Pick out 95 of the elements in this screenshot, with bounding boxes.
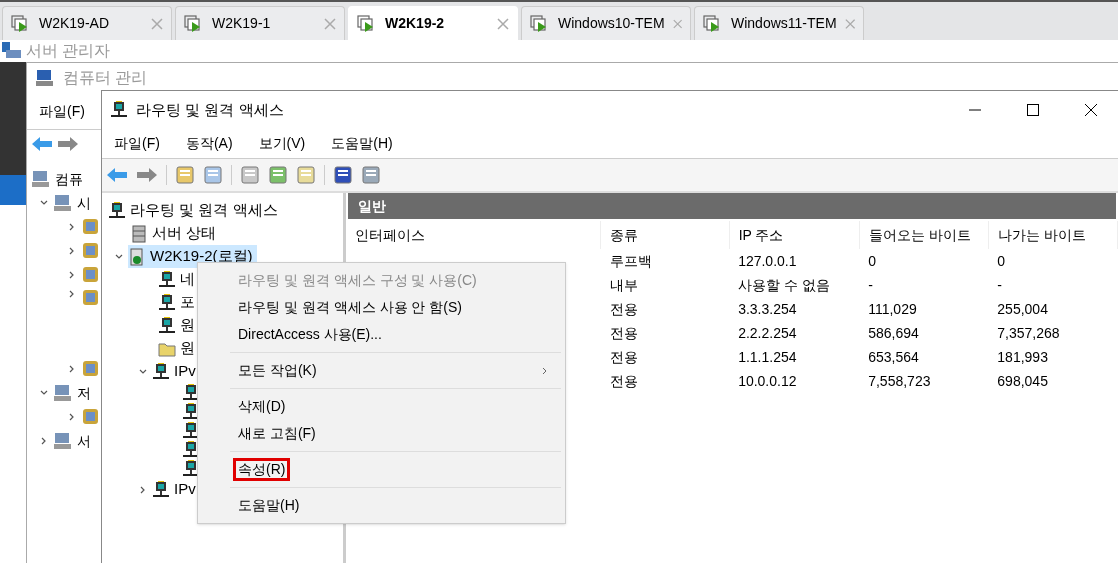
- menu-item[interactable]: 파일(F): [39, 100, 85, 122]
- tree-item[interactable]: 포: [180, 291, 195, 314]
- computer-icon: [35, 69, 55, 87]
- network-computer-icon: [110, 101, 128, 119]
- server-icon: [128, 247, 146, 266]
- tree-node-icon: [81, 242, 101, 260]
- window-title: 라우팅 및 원격 액세스: [136, 99, 284, 120]
- tree-node-icon: [53, 384, 73, 402]
- menu-item[interactable]: 모든 작업(K): [233, 359, 322, 382]
- vm-tab[interactable]: Windows11-TEM: [694, 6, 864, 40]
- table-cell-text: 10.0.0.12: [737, 371, 798, 391]
- tree-item[interactable]: 서: [77, 430, 91, 452]
- tree-node-icon: [53, 194, 73, 212]
- vm-tab[interactable]: W2K19-1: [175, 6, 345, 40]
- table-cell-text: -: [996, 275, 1003, 295]
- table-cell-text: 전용: [608, 371, 639, 391]
- table-cell-text: 전용: [608, 299, 639, 319]
- table-cell: 0: [988, 249, 1118, 273]
- menu-item[interactable]: 라우팅 및 원격 액세스 사용 안 함(S): [233, 296, 467, 319]
- tab-label: Windows10-TEM: [558, 14, 665, 33]
- table-cell-text: 653,564: [867, 347, 920, 367]
- vm-tab[interactable]: W2K19-2: [348, 6, 518, 40]
- table-cell: 루프백: [600, 249, 730, 273]
- window-title: 서버 관리자: [26, 41, 111, 61]
- tree-node-icon: [81, 360, 101, 378]
- column-header[interactable]: 종류: [600, 221, 730, 249]
- network-computer-icon: [158, 293, 176, 312]
- server-manager-icon: [2, 42, 22, 60]
- network-computer-icon: [108, 201, 126, 220]
- menu-item[interactable]: 도움말(H): [331, 133, 393, 154]
- close-icon[interactable]: [1084, 103, 1098, 117]
- table-cell-text: 255,004: [996, 299, 1049, 319]
- table-cell-text: 111,029: [867, 299, 918, 319]
- back-arrow-icon[interactable]: [31, 135, 53, 152]
- tab-label: W2K19-1: [212, 14, 272, 33]
- vm-tab[interactable]: W2K19-AD: [2, 6, 172, 40]
- tree-item[interactable]: IPv: [174, 360, 196, 383]
- tree-item[interactable]: 서버 상태: [152, 222, 217, 245]
- tree-item[interactable]: 네: [180, 268, 195, 291]
- table-cell: 0: [859, 249, 989, 273]
- table-cell-text: 1.1.1.254: [737, 347, 798, 367]
- vm-tab[interactable]: Windows10-TEM: [521, 6, 691, 40]
- menu-item[interactable]: 새로 고침(F): [233, 422, 321, 445]
- tree-node-icon: [81, 218, 101, 236]
- menu-item[interactable]: 속성(R): [233, 458, 291, 481]
- menu-item[interactable]: 파일(F): [114, 133, 160, 154]
- window-title: 컴퓨터 관리: [63, 68, 148, 88]
- column-header[interactable]: 들어오는 바이트: [859, 221, 989, 249]
- table-cell-text: 698,045: [996, 371, 1049, 391]
- network-computer-icon: [158, 316, 176, 335]
- tree-node-icon: [81, 266, 101, 284]
- tree-item[interactable]: 원: [180, 314, 195, 337]
- table-cell-text: 사용할 수 없음: [737, 275, 831, 295]
- network-computer-icon: [158, 270, 176, 289]
- server-icon: [130, 224, 148, 243]
- tree-node-icon: [31, 170, 51, 188]
- column-header[interactable]: IP 주소: [729, 221, 860, 249]
- table-cell-text: 181,993: [996, 347, 1049, 367]
- tree-item[interactable]: 원: [180, 337, 195, 360]
- menu-item[interactable]: 도움말(H): [233, 494, 305, 517]
- tab-label: Windows11-TEM: [731, 14, 837, 33]
- tree-item[interactable]: 저: [77, 382, 91, 404]
- table-cell-text: 7,357,268: [996, 323, 1061, 343]
- network-computer-icon: [152, 362, 170, 381]
- table-cell-text: 전용: [608, 347, 639, 367]
- tree-item[interactable]: 컴퓨: [55, 168, 83, 190]
- tree-item[interactable]: IPv: [174, 478, 196, 501]
- table-cell-text: 586,694: [867, 323, 920, 343]
- forward-arrow-icon[interactable]: [57, 135, 79, 152]
- menu-item[interactable]: 보기(V): [258, 133, 306, 154]
- tab-label: W2K19-AD: [39, 14, 111, 33]
- tree-node-icon: [53, 432, 73, 450]
- table-cell-text: 전용: [608, 323, 639, 343]
- menu-item[interactable]: 삭제(D): [233, 395, 291, 418]
- table-cell-text: 내부: [608, 275, 639, 295]
- back-arrow-icon[interactable]: [106, 167, 128, 183]
- table-cell: 127.0.0.1: [729, 249, 860, 273]
- column-header[interactable]: 인터페이스: [346, 221, 601, 249]
- table-cell-text: 3.3.3.254: [737, 299, 798, 319]
- tab-label: W2K19-2: [385, 14, 446, 33]
- section-header: 일반: [348, 193, 1116, 219]
- tree-item[interactable]: 시: [77, 192, 91, 214]
- tree-item[interactable]: W2K19-2(로컬): [128, 245, 257, 268]
- table-cell-text: 2.2.2.254: [737, 323, 798, 343]
- tree-node-icon: [81, 289, 101, 307]
- tree-node-icon: [81, 408, 101, 426]
- maximize-icon[interactable]: [1026, 103, 1040, 117]
- table-cell-text: -: [867, 275, 874, 295]
- column-header[interactable]: 나가는 바이트: [988, 221, 1118, 249]
- menu-item[interactable]: DirectAccess 사용(E)...: [233, 323, 387, 346]
- menu-item[interactable]: 동작(A): [185, 133, 233, 154]
- table-cell-text: 7,558,723: [867, 371, 932, 391]
- network-computer-icon: [152, 480, 170, 499]
- forward-arrow-icon[interactable]: [136, 167, 158, 183]
- tree-item[interactable]: 라우팅 및 원격 액세스: [130, 199, 278, 222]
